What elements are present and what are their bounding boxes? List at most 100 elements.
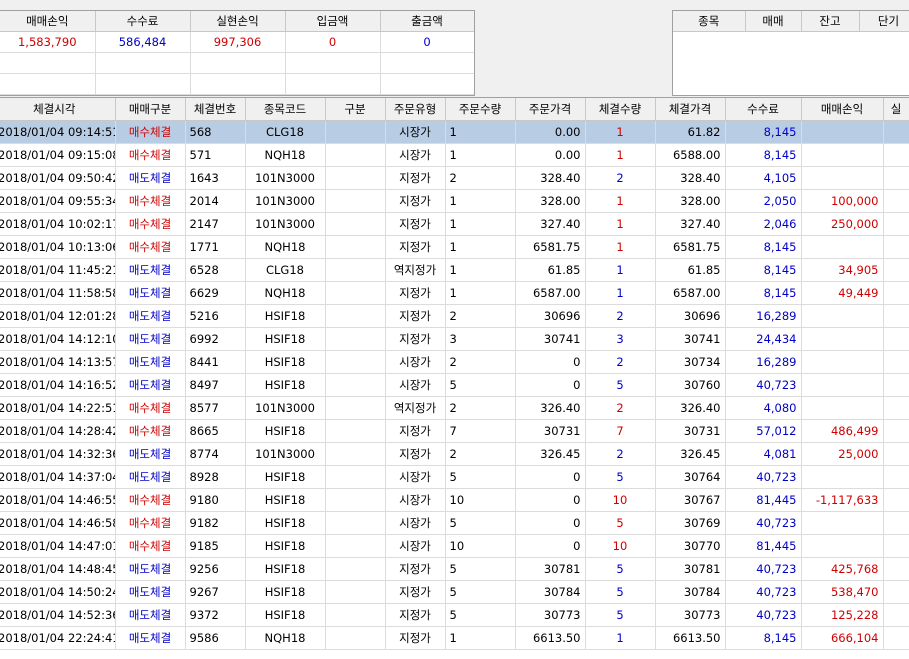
cell-exec-number: 2014 [185,189,246,213]
cell-category [325,235,386,259]
cell-order-price: 0 [515,465,586,489]
header-order-price[interactable]: 주문가격 [515,98,586,121]
table-row[interactable]: 2018/01/04 11:45:21 매도체결 6528 CLG18 역지정가 1 61.… [0,258,909,282]
table-row[interactable]: 2018/01/04 14:52:36 매도체결 9372 HSIF18 지정가 5 307… [0,603,909,627]
table-row[interactable]: 2018/01/04 14:32:36 매도체결 8774 101N3000 지정가 2 3… [0,442,909,466]
cell-extra [883,189,909,213]
summary-header-withdrawal: 출금액 [380,11,474,32]
cell-exec-qty: 1 [585,143,656,167]
cell-order-qty: 1 [445,189,516,213]
table-row[interactable]: 2018/01/04 14:46:58 매수체결 9182 HSIF18 시장가 5 0 5 3… [0,511,909,535]
cell-trading-pl [801,120,884,144]
table-row[interactable]: 2018/01/04 22:24:41 매도체결 9586 NQH18 지정가 1 6613… [0,626,909,650]
cell-trade-type: 매수체결 [115,534,186,558]
cell-symbol-code: HSIF18 [245,373,326,397]
table-row[interactable]: 2018/01/04 09:55:34 매수체결 2014 101N3000 지정가 1 3… [0,189,909,213]
cell-order-price: 30773 [515,603,586,627]
cell-trading-pl [801,511,884,535]
cell-exec-number: 2147 [185,212,246,236]
summary-empty-row [0,52,474,74]
cell-extra [883,120,909,144]
cell-category [325,442,386,466]
cell-exec-time: 2018/01/04 14:46:55 [0,488,116,512]
header-exec-price[interactable]: 체결가격 [655,98,726,121]
cell-commission: 4,081 [725,442,802,466]
cell-order-price: 61.85 [515,258,586,282]
cell-category [325,258,386,282]
header-symbol-code[interactable]: 종목코드 [245,98,326,121]
table-row[interactable]: 2018/01/04 14:46:55 매수체결 9180 HSIF18 시장가 10 0 1… [0,488,909,512]
table-row[interactable]: 2018/01/04 10:13:06 매수체결 1771 NQH18 지정가 1 6581… [0,235,909,259]
table-row[interactable]: 2018/01/04 14:48:45 매도체결 9256 HSIF18 지정가 5 307… [0,557,909,581]
cell-commission: 40,723 [725,580,802,604]
cell-category [325,396,386,420]
cell-extra [883,626,909,650]
header-truncated[interactable]: 실 [883,98,909,121]
cell-order-type: 시장가 [385,465,446,489]
table-row[interactable]: 2018/01/04 14:22:51 매수체결 8577 101N3000 역지정가 2… [0,396,909,420]
cell-order-type: 시장가 [385,534,446,558]
cell-exec-qty: 2 [585,350,656,374]
header-order-type[interactable]: 주문유형 [385,98,446,121]
header-order-qty[interactable]: 주문수량 [445,98,516,121]
cell-exec-number: 571 [185,143,246,167]
positions-header-side[interactable]: 매매 [745,11,802,32]
cell-order-price: 30696 [515,304,586,328]
header-trade-type[interactable]: 매매구분 [115,98,186,121]
cell-extra [883,419,909,443]
table-row[interactable]: 2018/01/04 09:15:08 매수체결 571 NQH18 시장가 1 0.00 1… [0,143,909,167]
header-trading-pl[interactable]: 매매손익 [801,98,884,121]
cell-exec-qty: 1 [585,281,656,305]
cell-exec-price: 61.82 [655,120,726,144]
cell-extra [883,488,909,512]
cell-order-type: 역지정가 [385,258,446,282]
positions-header-short[interactable]: 단기 [859,11,909,32]
cell-symbol-code: HSIF18 [245,465,326,489]
cell-trading-pl: 125,228 [801,603,884,627]
cell-category [325,327,386,351]
header-commission[interactable]: 수수료 [725,98,802,121]
cell-exec-number: 8577 [185,396,246,420]
cell-order-qty: 10 [445,488,516,512]
table-row[interactable]: 2018/01/04 10:02:17 매수체결 2147 101N3000 지정가 1 3… [0,212,909,236]
cell-order-price: 30784 [515,580,586,604]
cell-order-price: 0.00 [515,143,586,167]
cell-exec-qty: 5 [585,465,656,489]
cell-symbol-code: HSIF18 [245,580,326,604]
table-row[interactable]: 2018/01/04 12:01:28 매도체결 5216 HSIF18 지정가 2 306… [0,304,909,328]
header-exec-time[interactable]: 체결시각 [0,98,116,121]
cell-commission: 8,145 [725,143,802,167]
cell-trade-type: 매도체결 [115,281,186,305]
cell-exec-price: 30731 [655,419,726,443]
cell-order-type: 지정가 [385,580,446,604]
table-row[interactable]: 2018/01/04 14:37:04 매도체결 8928 HSIF18 시장가 5 0 5 3… [0,465,909,489]
table-row[interactable]: 2018/01/04 14:16:52 매도체결 8497 HSIF18 시장가 5 0 5 3… [0,373,909,397]
summary-commission-value: 586,484 [95,31,191,53]
cell-commission: 4,105 [725,166,802,190]
header-exec-number[interactable]: 체결번호 [185,98,246,121]
table-row[interactable]: 2018/01/04 14:47:01 매수체결 9185 HSIF18 시장가 10 0 1… [0,534,909,558]
cell-trading-pl [801,373,884,397]
positions-header-symbol[interactable]: 종목 [673,11,746,32]
cell-exec-qty: 3 [585,327,656,351]
table-row[interactable]: 2018/01/04 09:50:42 매도체결 1643 101N3000 지정가 2 3… [0,166,909,190]
cell-order-price: 0 [515,488,586,512]
cell-exec-qty: 2 [585,396,656,420]
cell-exec-number: 9586 [185,626,246,650]
header-category[interactable]: 구분 [325,98,386,121]
table-row[interactable]: 2018/01/04 14:12:10 매도체결 6992 HSIF18 지정가 3 307… [0,327,909,351]
cell-exec-price: 61.85 [655,258,726,282]
table-row[interactable]: 2018/01/04 11:58:58 매도체결 6629 NQH18 지정가 1 6587… [0,281,909,305]
cell-exec-price: 326.45 [655,442,726,466]
cell-symbol-code: 101N3000 [245,396,326,420]
header-exec-qty[interactable]: 체결수량 [585,98,656,121]
cell-exec-number: 8497 [185,373,246,397]
cell-category [325,281,386,305]
table-row[interactable]: 2018/01/04 14:28:42 매수체결 8665 HSIF18 지정가 7 307… [0,419,909,443]
cell-order-price: 0 [515,534,586,558]
table-row[interactable]: 2018/01/04 14:50:24 매도체결 9267 HSIF18 지정가 5 307… [0,580,909,604]
table-row[interactable]: 2018/01/04 09:14:51 매수체결 568 CLG18 시장가 1 0.00 1… [0,120,909,144]
summary-header-trading-pl: 매매손익 [0,11,96,32]
positions-header-balance[interactable]: 잔고 [801,11,860,32]
table-row[interactable]: 2018/01/04 14:13:57 매도체결 8441 HSIF18 시장가 2 0 2 3… [0,350,909,374]
